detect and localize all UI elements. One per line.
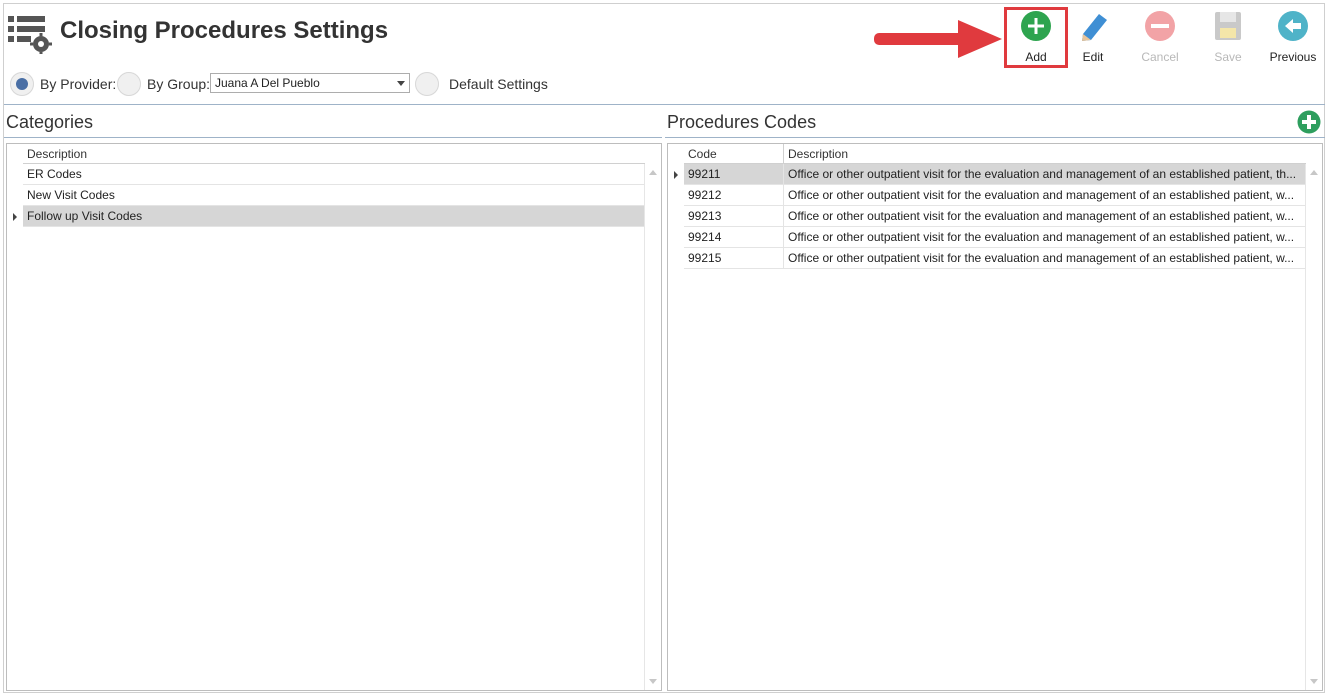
- procedures-title: Procedures Codes: [667, 112, 817, 132]
- cancel-button[interactable]: Cancel: [1130, 8, 1190, 68]
- by-group-label: By Group:: [147, 76, 211, 92]
- procedure-code-cell[interactable]: 99215: [684, 248, 784, 269]
- category-row[interactable]: ER Codes: [23, 164, 645, 185]
- procedures-title-line: [665, 137, 1325, 138]
- category-row[interactable]: New Visit Codes: [23, 185, 645, 206]
- minus-circle-icon: [1145, 11, 1175, 41]
- save-label: Save: [1214, 50, 1242, 64]
- categories-scrollbar[interactable]: [644, 164, 661, 690]
- add-procedure-icon[interactable]: [1297, 110, 1321, 134]
- chevron-down-icon: [397, 81, 405, 86]
- procedure-description-cell[interactable]: Office or other outpatient visit for the…: [784, 248, 1306, 269]
- procedures-header-description[interactable]: Description: [784, 144, 1306, 164]
- scroll-up-icon[interactable]: [649, 170, 657, 175]
- procedure-code-cell[interactable]: 99211: [684, 164, 784, 185]
- categories-grid[interactable]: Description ER Codes New Visit Codes Follo…: [6, 143, 662, 691]
- previous-label: Previous: [1269, 50, 1317, 64]
- category-row[interactable]: Follow up Visit Codes: [23, 206, 645, 227]
- group-select-value: Juana A Del Pueblo: [215, 76, 320, 90]
- scroll-down-icon[interactable]: [649, 679, 657, 684]
- procedure-description-cell[interactable]: Office or other outpatient visit for the…: [784, 227, 1306, 248]
- row-selector-icon: [674, 171, 678, 179]
- procedure-code-cell[interactable]: 99212: [684, 185, 784, 206]
- by-group-radio[interactable]: [117, 72, 141, 96]
- procedure-code-cell[interactable]: 99213: [684, 206, 784, 227]
- cancel-label: Cancel: [1141, 50, 1179, 64]
- scroll-up-icon[interactable]: [1310, 170, 1318, 175]
- floppy-disk-icon: [1215, 12, 1241, 40]
- add-label: Add: [1025, 50, 1047, 64]
- page-title: Closing Procedures Settings: [60, 17, 389, 44]
- settings-list-icon: [8, 16, 52, 54]
- add-button[interactable]: Add: [1006, 8, 1066, 68]
- procedures-scrollbar[interactable]: [1305, 164, 1322, 690]
- procedure-description-cell[interactable]: Office or other outpatient visit for the…: [784, 185, 1306, 206]
- scroll-down-icon[interactable]: [1310, 679, 1318, 684]
- save-button[interactable]: Save: [1198, 8, 1258, 68]
- categories-title-line: [4, 137, 662, 138]
- by-provider-radio[interactable]: [10, 72, 34, 96]
- procedures-grid[interactable]: Code Description 99211 Office or other ou…: [667, 143, 1323, 691]
- arrow-left-circle-icon: [1278, 11, 1308, 41]
- row-selector-icon: [13, 213, 17, 221]
- edit-label: Edit: [1082, 50, 1104, 64]
- edit-button[interactable]: Edit: [1063, 8, 1123, 68]
- pencil-icon: [1082, 14, 1107, 41]
- group-select[interactable]: Juana A Del Pueblo: [210, 73, 410, 93]
- by-provider-label: By Provider:: [40, 76, 117, 92]
- procedures-header-code[interactable]: Code: [684, 144, 784, 164]
- procedure-description-cell[interactable]: Office or other outpatient visit for the…: [784, 164, 1306, 185]
- categories-title: Categories: [6, 112, 94, 132]
- header-divider: [4, 104, 1325, 105]
- previous-button[interactable]: Previous: [1263, 8, 1323, 68]
- default-settings-label: Default Settings: [449, 76, 548, 92]
- procedure-description-cell[interactable]: Office or other outpatient visit for the…: [784, 206, 1306, 227]
- default-settings-radio[interactable]: [415, 72, 439, 96]
- annotation-arrow-icon: [874, 20, 1002, 58]
- procedure-code-cell[interactable]: 99214: [684, 227, 784, 248]
- plus-circle-icon: [1021, 11, 1051, 41]
- categories-header-description[interactable]: Description: [23, 144, 645, 164]
